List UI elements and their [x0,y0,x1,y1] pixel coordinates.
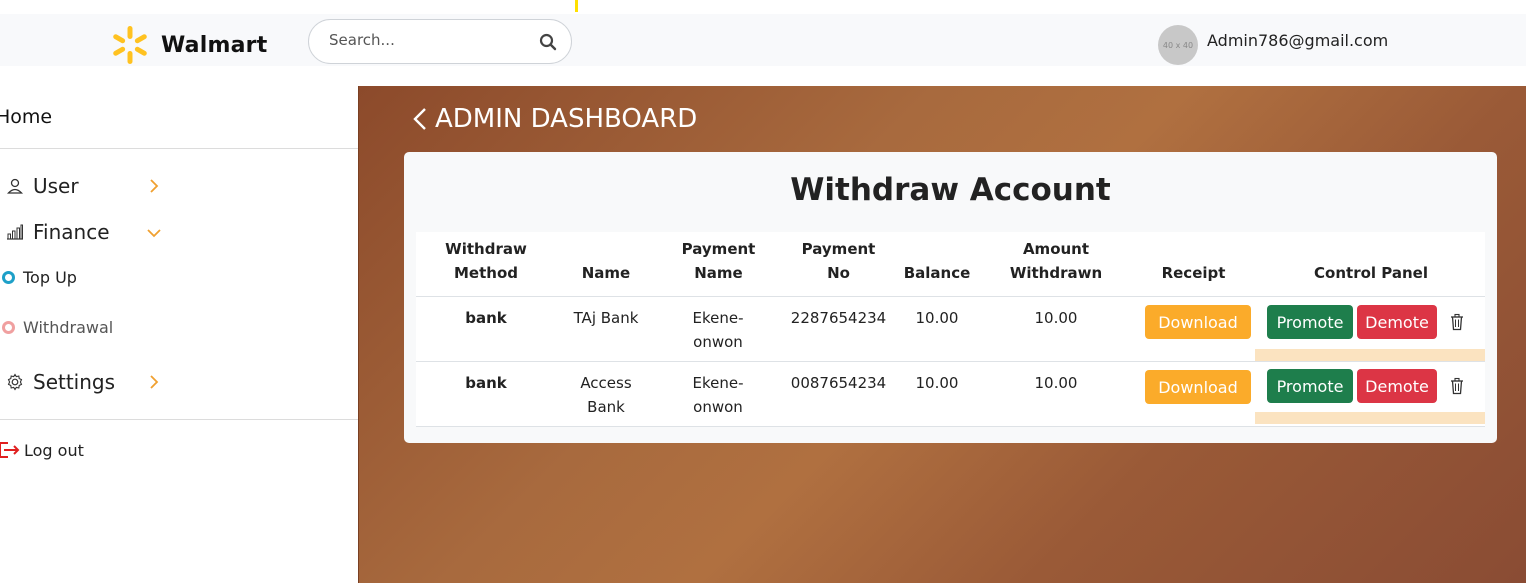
cell-payment-no: 0087654234 [790,374,887,392]
brand-name: Walmart [161,32,268,58]
sidebar-item-label: Top Up [23,268,77,287]
top-strip [0,0,1526,14]
col-header: Balance [903,264,971,282]
cell-balance: 10.00 [915,309,959,327]
sidebar-item-settings[interactable]: Settings [6,370,115,394]
cell-name: TAj Bank [573,309,639,327]
search-box[interactable] [308,19,572,64]
col-header: Receipt [1161,264,1226,282]
withdraw-table: Withdraw Method Name Payment Name Paymen… [416,232,1485,427]
trash-icon[interactable] [1449,313,1465,331]
sidebar-item-top-up[interactable]: Top Up [2,268,77,287]
cell-method: bank [465,309,507,327]
cell-withdrawn: 10.00 [1034,309,1078,327]
search-icon[interactable] [539,33,557,51]
cell-withdrawn: 10.00 [1034,374,1078,392]
sidebar-item-finance[interactable]: Finance [6,220,110,244]
page-title[interactable]: ADMIN DASHBOARD [411,104,697,134]
highlight-bar [1255,349,1485,361]
trash-icon[interactable] [1449,377,1465,395]
search-input[interactable] [329,31,529,49]
inactive-dot-icon [2,321,15,334]
logout-icon [0,442,20,458]
col-header: Name [581,264,631,282]
cell-payment-name: Ekene-onwon [692,309,744,351]
chevron-left-icon[interactable] [411,106,429,132]
main-content: ADMIN DASHBOARD Withdraw Account Withdra… [358,86,1526,583]
chevron-right-icon[interactable] [146,178,162,194]
col-header: Withdraw Method [445,240,527,282]
download-button[interactable]: Download [1145,305,1251,339]
sidebar-item-label: Withdrawal [23,318,114,337]
sidebar-divider [0,419,358,420]
download-button[interactable]: Download [1145,370,1251,404]
demote-button[interactable]: Demote [1357,305,1437,339]
sidebar-item-user[interactable]: User [6,174,79,198]
col-header: Amount Withdrawn [1009,240,1103,282]
table-row: bank TAj Bank Ekene-onwon 2287654234 10.… [416,297,1485,362]
cell-name: Access Bank [580,374,632,416]
sidebar: Home User Finance Top Up Withdrawal Sett… [0,86,358,583]
yellow-marker [575,0,578,12]
table-header: Withdraw Method Name Payment Name Paymen… [416,232,1485,297]
brand-logo[interactable]: Walmart [109,26,267,64]
sidebar-item-home[interactable]: Home [0,106,52,128]
col-header: Payment No [801,240,876,282]
card-title: Withdraw Account [790,172,1111,208]
active-dot-icon [2,271,15,284]
table-row: bank Access Bank Ekene-onwon 0087654234 … [416,362,1485,427]
page-title-text: ADMIN DASHBOARD [435,104,698,134]
sidebar-item-label: User [33,174,79,198]
cell-payment-no: 2287654234 [790,309,887,327]
sidebar-item-label: Settings [33,370,116,394]
sidebar-divider [0,148,358,149]
cell-method: bank [465,374,507,392]
col-header: Payment Name [681,240,756,282]
user-icon [7,178,23,194]
withdraw-card: Withdraw Account Withdraw Method Name Pa… [404,152,1497,443]
chevron-down-icon[interactable] [146,225,162,241]
avatar[interactable]: 40 x 40 [1158,25,1198,65]
demote-button[interactable]: Demote [1357,369,1437,403]
logout-label: Log out [24,440,84,460]
bar-chart-icon [7,224,23,240]
sidebar-item-label: Finance [33,220,110,244]
gear-icon [7,373,23,391]
user-email[interactable]: Admin786@gmail.com [1207,31,1388,50]
spark-icon [113,26,147,64]
logout-link[interactable]: Log out [0,440,84,460]
promote-button[interactable]: Promote [1267,305,1353,339]
col-header: Control Panel [1314,264,1428,282]
cell-balance: 10.00 [915,374,959,392]
promote-button[interactable]: Promote [1267,369,1353,403]
chevron-right-icon[interactable] [146,374,162,390]
highlight-bar [1255,412,1485,424]
header-bar: Walmart 40 x 40 Admin786@gmail.com [0,14,1526,66]
cell-payment-name: Ekene-onwon [692,374,744,416]
sidebar-item-withdrawal[interactable]: Withdrawal [2,318,113,337]
